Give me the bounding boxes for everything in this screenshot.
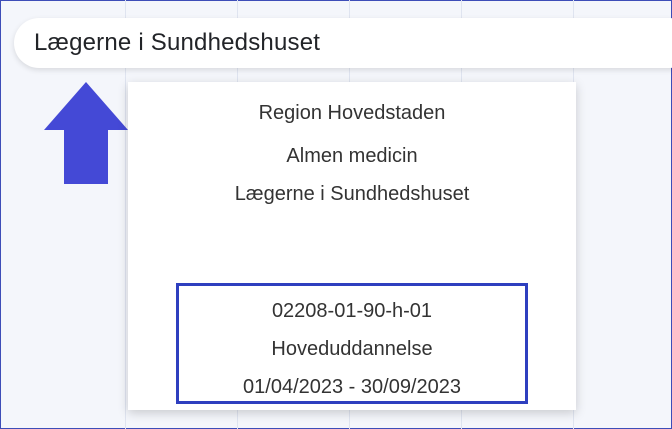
- tooltip-clinic: Lægerne i Sundhedshuset: [234, 183, 470, 205]
- tooltip-period: 01/04/2023 - 30/09/2023: [243, 376, 461, 398]
- placement-pill-label: Lægerne i Sundhedshuset: [34, 29, 321, 56]
- placement-tooltip: Region Hovedstaden Almen medicin Lægerne…: [128, 82, 576, 410]
- arrow-up-icon: [44, 82, 128, 184]
- tooltip-region: Region Hovedstaden: [258, 102, 446, 124]
- highlighted-details: 02208-01-90-h-01 Hoveduddannelse 01/04/2…: [176, 283, 528, 404]
- tooltip-specialty: Almen medicin: [286, 145, 418, 167]
- tooltip-position-code: 02208-01-90-h-01: [271, 300, 433, 322]
- tooltip-program: Hoveduddannelse: [271, 338, 433, 360]
